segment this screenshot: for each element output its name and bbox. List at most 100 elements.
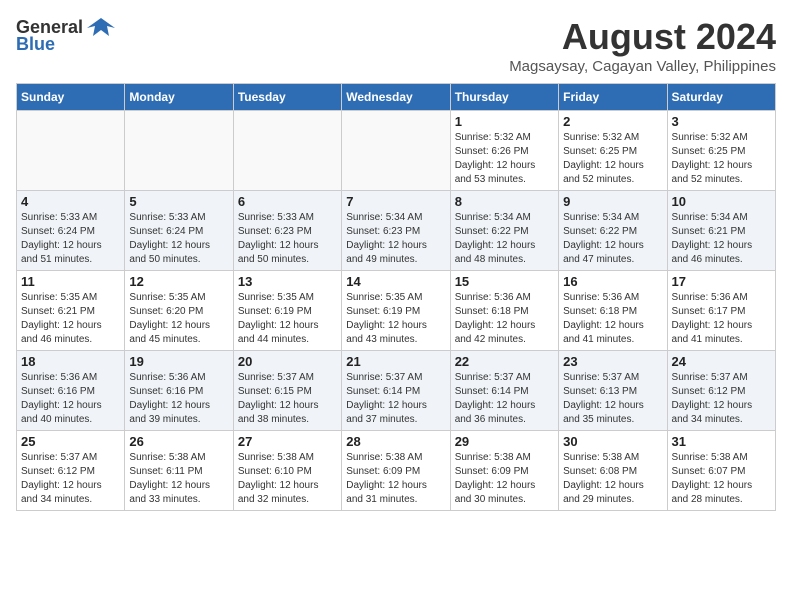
day-number: 9	[563, 194, 662, 209]
calendar-week-row: 11 Sunrise: 5:35 AMSunset: 6:21 PMDayligh…	[17, 271, 776, 351]
calendar-cell: 26 Sunrise: 5:38 AMSunset: 6:11 PMDayligh…	[125, 431, 233, 511]
calendar-cell: 23Sunrise: 5:37 AMSunset: 6:13 PMDayligh…	[559, 351, 667, 431]
calendar-cell: 2 Sunrise: 5:32 AMSunset: 6:25 PMDaylight…	[559, 111, 667, 191]
day-info: Sunrise: 5:33 AMSunset: 6:24 PMDaylight:…	[129, 211, 228, 267]
calendar-cell: 1 Sunrise: 5:32 AMSunset: 6:26 PMDaylight…	[450, 111, 558, 191]
day-info: Sunrise: 5:32 AMSunset: 6:26 PMDaylight:…	[455, 131, 554, 187]
calendar-cell: 15 Sunrise: 5:36 AMSunset: 6:18 PMDayligh…	[450, 271, 558, 351]
day-info: Sunrise: 5:37 AMSunset: 6:14 PMDaylight:…	[346, 371, 445, 427]
day-number: 4	[21, 194, 120, 209]
day-number: 14	[346, 274, 445, 289]
day-number: 6	[238, 194, 337, 209]
day-info: Sunrise: 5:36 AMSunset: 6:16 PMDaylight:…	[129, 371, 228, 427]
day-number: 30	[563, 434, 662, 449]
col-header-tuesday: Tuesday	[233, 84, 341, 111]
calendar-cell: 19 Sunrise: 5:36 AMSunset: 6:16 PMDayligh…	[125, 351, 233, 431]
day-info: Sunrise: 5:35 AMSunset: 6:20 PMDaylight:…	[129, 291, 228, 347]
day-info: Sunrise: 5:38 AMSunset: 6:08 PMDaylight:…	[563, 451, 662, 507]
calendar-cell: 5 Sunrise: 5:33 AMSunset: 6:24 PMDaylight…	[125, 191, 233, 271]
day-info: Sunrise: 5:36 AMSunset: 6:18 PMDaylight:…	[455, 291, 554, 347]
col-header-thursday: Thursday	[450, 84, 558, 111]
day-number: 23	[563, 354, 662, 369]
day-info: Sunrise: 5:33 AMSunset: 6:24 PMDaylight:…	[21, 211, 120, 267]
day-info: Sunrise: 5:38 AMSunset: 6:09 PMDaylight:…	[455, 451, 554, 507]
day-number: 26	[129, 434, 228, 449]
day-info: Sunrise: 5:34 AMSunset: 6:22 PMDaylight:…	[455, 211, 554, 267]
day-info: Sunrise: 5:34 AMSunset: 6:22 PMDaylight:…	[563, 211, 662, 267]
page-header: General Blue August 2024 Magsaysay, Caga…	[16, 16, 776, 75]
day-number: 13	[238, 274, 337, 289]
calendar-cell: 12 Sunrise: 5:35 AMSunset: 6:20 PMDayligh…	[125, 271, 233, 351]
day-number: 10	[672, 194, 771, 209]
day-number: 15	[455, 274, 554, 289]
calendar-cell: 18 Sunrise: 5:36 AMSunset: 6:16 PMDayligh…	[17, 351, 125, 431]
day-info: Sunrise: 5:37 AMSunset: 6:14 PMDaylight:…	[455, 371, 554, 427]
calendar-cell: 14 Sunrise: 5:35 AMSunset: 6:19 PMDayligh…	[342, 271, 450, 351]
calendar-cell: 8 Sunrise: 5:34 AMSunset: 6:22 PMDaylight…	[450, 191, 558, 271]
day-info: Sunrise: 5:32 AMSunset: 6:25 PMDaylight:…	[672, 131, 771, 187]
calendar-cell: 11 Sunrise: 5:35 AMSunset: 6:21 PMDayligh…	[17, 271, 125, 351]
day-info: Sunrise: 5:37 AMSunset: 6:15 PMDaylight:…	[238, 371, 337, 427]
calendar-cell	[17, 111, 125, 191]
calendar-cell: 6 Sunrise: 5:33 AMSunset: 6:23 PMDaylight…	[233, 191, 341, 271]
calendar-cell: 29 Sunrise: 5:38 AMSunset: 6:09 PMDayligh…	[450, 431, 558, 511]
day-info: Sunrise: 5:33 AMSunset: 6:23 PMDaylight:…	[238, 211, 337, 267]
calendar-week-row: 1 Sunrise: 5:32 AMSunset: 6:26 PMDaylight…	[17, 111, 776, 191]
day-info: Sunrise: 5:36 AMSunset: 6:16 PMDaylight:…	[21, 371, 120, 427]
day-number: 11	[21, 274, 120, 289]
col-header-monday: Monday	[125, 84, 233, 111]
calendar-cell: 22Sunrise: 5:37 AMSunset: 6:14 PMDayligh…	[450, 351, 558, 431]
calendar-cell: 13 Sunrise: 5:35 AMSunset: 6:19 PMDayligh…	[233, 271, 341, 351]
day-number: 12	[129, 274, 228, 289]
calendar-cell: 25 Sunrise: 5:37 AMSunset: 6:12 PMDayligh…	[17, 431, 125, 511]
calendar-cell: 17 Sunrise: 5:36 AMSunset: 6:17 PMDayligh…	[667, 271, 775, 351]
calendar-cell: 9 Sunrise: 5:34 AMSunset: 6:22 PMDaylight…	[559, 191, 667, 271]
calendar-cell: 21Sunrise: 5:37 AMSunset: 6:14 PMDayligh…	[342, 351, 450, 431]
calendar-week-row: 4 Sunrise: 5:33 AMSunset: 6:24 PMDaylight…	[17, 191, 776, 271]
day-info: Sunrise: 5:38 AMSunset: 6:11 PMDaylight:…	[129, 451, 228, 507]
day-number: 28	[346, 434, 445, 449]
logo-bird-icon	[87, 16, 115, 38]
day-info: Sunrise: 5:35 AMSunset: 6:19 PMDaylight:…	[346, 291, 445, 347]
calendar-cell: 31 Sunrise: 5:38 AMSunset: 6:07 PMDayligh…	[667, 431, 775, 511]
day-number: 25	[21, 434, 120, 449]
calendar-week-row: 18 Sunrise: 5:36 AMSunset: 6:16 PMDayligh…	[17, 351, 776, 431]
day-info: Sunrise: 5:36 AMSunset: 6:17 PMDaylight:…	[672, 291, 771, 347]
calendar-cell: 3 Sunrise: 5:32 AMSunset: 6:25 PMDaylight…	[667, 111, 775, 191]
logo-blue-text: Blue	[16, 34, 55, 55]
title-area: August 2024 Magsaysay, Cagayan Valley, P…	[509, 16, 776, 75]
day-number: 18	[21, 354, 120, 369]
day-number: 5	[129, 194, 228, 209]
day-info: Sunrise: 5:37 AMSunset: 6:12 PMDaylight:…	[672, 371, 771, 427]
calendar-cell: 27Sunrise: 5:38 AMSunset: 6:10 PMDayligh…	[233, 431, 341, 511]
day-number: 1	[455, 114, 554, 129]
day-number: 2	[563, 114, 662, 129]
calendar-cell	[125, 111, 233, 191]
day-info: Sunrise: 5:38 AMSunset: 6:09 PMDaylight:…	[346, 451, 445, 507]
day-number: 8	[455, 194, 554, 209]
calendar-cell: 16Sunrise: 5:36 AMSunset: 6:18 PMDayligh…	[559, 271, 667, 351]
day-info: Sunrise: 5:37 AMSunset: 6:12 PMDaylight:…	[21, 451, 120, 507]
day-number: 31	[672, 434, 771, 449]
calendar-cell	[233, 111, 341, 191]
day-info: Sunrise: 5:38 AMSunset: 6:10 PMDaylight:…	[238, 451, 337, 507]
day-number: 29	[455, 434, 554, 449]
calendar-header-row: SundayMondayTuesdayWednesdayThursdayFrid…	[17, 84, 776, 111]
day-info: Sunrise: 5:38 AMSunset: 6:07 PMDaylight:…	[672, 451, 771, 507]
day-number: 19	[129, 354, 228, 369]
day-info: Sunrise: 5:35 AMSunset: 6:19 PMDaylight:…	[238, 291, 337, 347]
calendar-cell: 20 Sunrise: 5:37 AMSunset: 6:15 PMDayligh…	[233, 351, 341, 431]
logo: General Blue	[16, 16, 115, 55]
calendar-week-row: 25 Sunrise: 5:37 AMSunset: 6:12 PMDayligh…	[17, 431, 776, 511]
day-number: 24	[672, 354, 771, 369]
calendar-cell: 10Sunrise: 5:34 AMSunset: 6:21 PMDayligh…	[667, 191, 775, 271]
day-info: Sunrise: 5:32 AMSunset: 6:25 PMDaylight:…	[563, 131, 662, 187]
day-number: 20	[238, 354, 337, 369]
day-info: Sunrise: 5:35 AMSunset: 6:21 PMDaylight:…	[21, 291, 120, 347]
day-number: 17	[672, 274, 771, 289]
day-number: 16	[563, 274, 662, 289]
calendar-cell: 24 Sunrise: 5:37 AMSunset: 6:12 PMDayligh…	[667, 351, 775, 431]
calendar-table: SundayMondayTuesdayWednesdayThursdayFrid…	[16, 83, 776, 511]
day-number: 3	[672, 114, 771, 129]
calendar-cell: 4 Sunrise: 5:33 AMSunset: 6:24 PMDaylight…	[17, 191, 125, 271]
